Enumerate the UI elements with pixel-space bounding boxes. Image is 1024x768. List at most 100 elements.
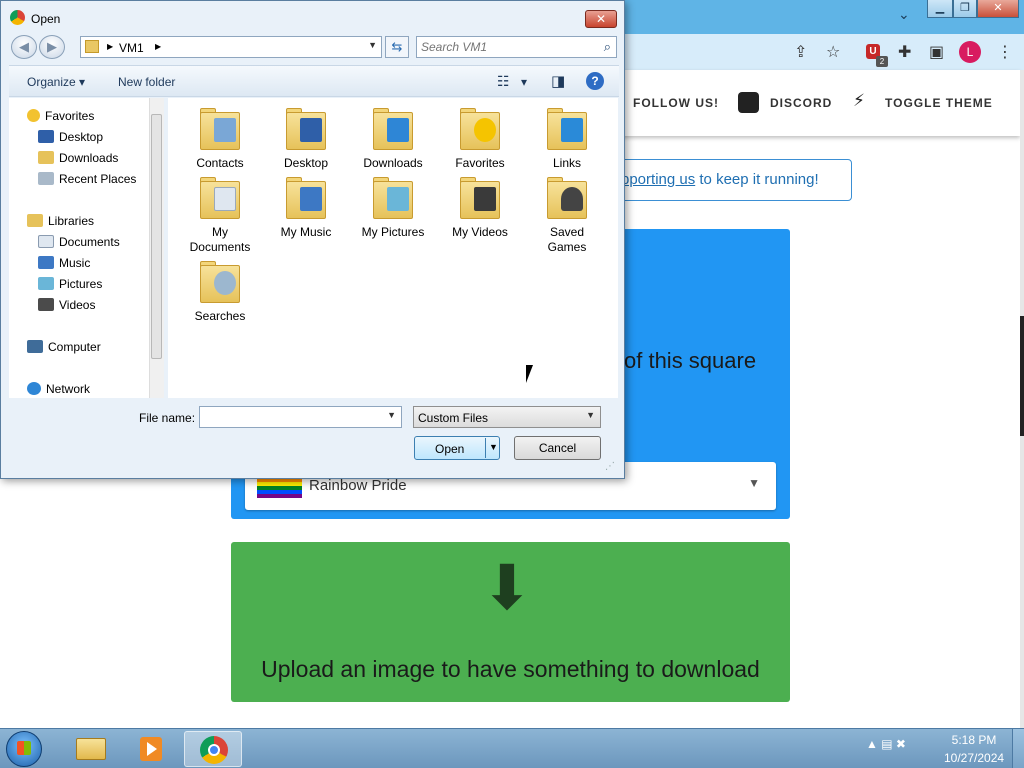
system-tray-icons[interactable]: ▲ ▤ ✖: [866, 737, 906, 751]
command-bar: Organize ▾ New folder ☷ ▾ ◨: [9, 65, 619, 97]
support-banner-text: to keep it running!: [695, 171, 819, 188]
download-card[interactable]: ⬇ Upload an image to have something to d…: [231, 542, 790, 702]
extensions-puzzle-icon[interactable]: ✚: [898, 42, 911, 62]
minimize-button[interactable]: ▁: [927, 0, 953, 18]
folder-searches[interactable]: Searches: [180, 259, 260, 324]
file-explorer-icon: [76, 738, 106, 760]
back-button[interactable]: ◀: [11, 35, 37, 59]
resize-grip-icon[interactable]: ⋰: [605, 461, 615, 472]
nav-discord[interactable]: DISCORD: [770, 96, 832, 110]
close-window-button[interactable]: ✕: [977, 0, 1019, 18]
supporting-link[interactable]: pporting us: [621, 171, 695, 188]
search-icon[interactable]: ⌕: [604, 39, 611, 55]
folder-favorites[interactable]: Favorites: [440, 106, 520, 171]
my-videos-folder-icon: [460, 175, 500, 219]
nav-videos[interactable]: Videos: [38, 296, 95, 314]
nav-follow-us[interactable]: FOLLOW US!: [633, 96, 719, 110]
libraries-icon: [27, 214, 43, 227]
nav-pictures[interactable]: Pictures: [38, 275, 102, 293]
nav-recent-places[interactable]: Recent Places: [38, 170, 136, 188]
side-panel-icon[interactable]: ▣: [929, 42, 944, 62]
dialog-close-button[interactable]: ✕: [585, 10, 617, 28]
downloads-folder-icon: [373, 106, 413, 150]
folder-label: Saved Games: [547, 225, 587, 254]
view-dropdown-icon[interactable]: ▾: [521, 75, 527, 89]
open-dropdown-icon[interactable]: ▼: [489, 442, 498, 452]
taskbar-explorer[interactable]: [60, 731, 118, 767]
new-folder-button[interactable]: New folder: [118, 75, 175, 89]
share-icon[interactable]: ⇪: [794, 42, 807, 62]
search-field[interactable]: [421, 40, 591, 54]
folder-downloads[interactable]: Downloads: [353, 106, 433, 171]
nav-libraries[interactable]: Libraries: [27, 212, 94, 230]
my-music-folder-icon: [286, 175, 326, 219]
breadcrumb-arrow-icon: ▶: [155, 42, 162, 51]
flag-select-label: Rainbow Pride: [309, 477, 407, 494]
folder-label: Desktop: [283, 156, 329, 170]
taskbar-media-player[interactable]: [120, 731, 178, 767]
nav-desktop[interactable]: Desktop: [38, 128, 103, 146]
desktop-icon: [38, 130, 54, 143]
folder-label: Searches: [194, 309, 246, 323]
chrome-menu-icon[interactable]: ⋮: [997, 42, 1013, 62]
file-name-field[interactable]: ▼: [199, 406, 402, 428]
folder-my-pictures[interactable]: My Pictures: [353, 175, 433, 240]
nav-music[interactable]: Music: [38, 254, 90, 272]
desktop-folder-icon: [286, 106, 326, 150]
maximize-button[interactable]: ❐: [953, 0, 977, 18]
taskbar-chrome[interactable]: [184, 731, 242, 767]
contacts-folder-icon: [200, 106, 240, 150]
chrome-icon: [200, 736, 228, 764]
folder-desktop[interactable]: Desktop: [266, 106, 346, 171]
chevron-down-icon: ▼: [748, 476, 760, 490]
preview-pane-icon[interactable]: ◨: [551, 72, 565, 90]
nav-documents-label: Documents: [59, 235, 120, 249]
organize-button[interactable]: Organize ▾: [27, 75, 85, 89]
searches-folder-icon: [200, 259, 240, 303]
nav-downloads[interactable]: Downloads: [38, 149, 118, 167]
saved-games-folder-icon: [547, 175, 587, 219]
folder-my-videos[interactable]: My Videos: [440, 175, 520, 240]
links-folder-icon: [547, 106, 587, 150]
file-type-select[interactable]: Custom Files ▼: [413, 406, 601, 428]
folder-my-documents[interactable]: My Documents: [180, 175, 260, 255]
show-desktop-button[interactable]: [1012, 729, 1024, 768]
help-icon[interactable]: ?: [586, 72, 604, 90]
star-icon: [27, 109, 40, 122]
tab-search-icon[interactable]: ⌄: [898, 6, 910, 23]
refresh-button[interactable]: ⇆: [385, 36, 409, 58]
chevron-down-icon: ▼: [586, 410, 595, 420]
file-type-value: Custom Files: [418, 411, 489, 425]
breadcrumb[interactable]: VM1: [119, 41, 144, 55]
windows-logo-icon: [17, 741, 31, 755]
page-scrollbar-thumb[interactable]: [1020, 316, 1024, 436]
nav-toggle-theme[interactable]: TOGGLE THEME: [885, 96, 993, 110]
address-dropdown-icon[interactable]: ▼: [368, 40, 377, 50]
file-name-dropdown-icon[interactable]: ▼: [387, 410, 396, 420]
clock-time[interactable]: 5:18 PM: [944, 733, 1004, 747]
open-file-dialog: Open ✕ ◀ ▶ ▶ VM1 ▶ ▼ ⇆ ⌕ Organize ▾ New …: [0, 0, 625, 479]
search-input[interactable]: ⌕: [416, 36, 617, 58]
nav-favorites-label: Favorites: [45, 109, 95, 123]
address-bar[interactable]: ▶ VM1 ▶ ▼: [80, 36, 382, 58]
clock-date[interactable]: 10/27/2024: [944, 751, 1004, 765]
cancel-button[interactable]: Cancel: [514, 436, 601, 460]
file-name-input[interactable]: [203, 410, 383, 424]
breadcrumb-arrow-icon: ▶: [107, 42, 114, 51]
forward-button[interactable]: ▶: [39, 35, 65, 59]
folder-my-music[interactable]: My Music: [266, 175, 346, 240]
start-button[interactable]: [6, 731, 42, 767]
nav-network[interactable]: Network: [27, 380, 90, 398]
bookmark-star-icon[interactable]: ☆: [826, 42, 840, 62]
nav-documents[interactable]: Documents: [38, 233, 120, 251]
change-view-icon[interactable]: ☷: [497, 73, 510, 90]
folder-saved-games[interactable]: Saved Games: [527, 175, 607, 255]
profile-avatar[interactable]: L: [959, 41, 981, 63]
folder-links[interactable]: Links: [527, 106, 607, 171]
folder-contacts[interactable]: Contacts: [180, 106, 260, 171]
nav-computer[interactable]: Computer: [27, 338, 101, 356]
open-button[interactable]: Open ▼: [414, 436, 500, 460]
nav-favorites[interactable]: Favorites: [27, 107, 94, 125]
nav-downloads-label: Downloads: [59, 151, 119, 165]
nav-pane-scrollbar-thumb[interactable]: [151, 114, 162, 359]
